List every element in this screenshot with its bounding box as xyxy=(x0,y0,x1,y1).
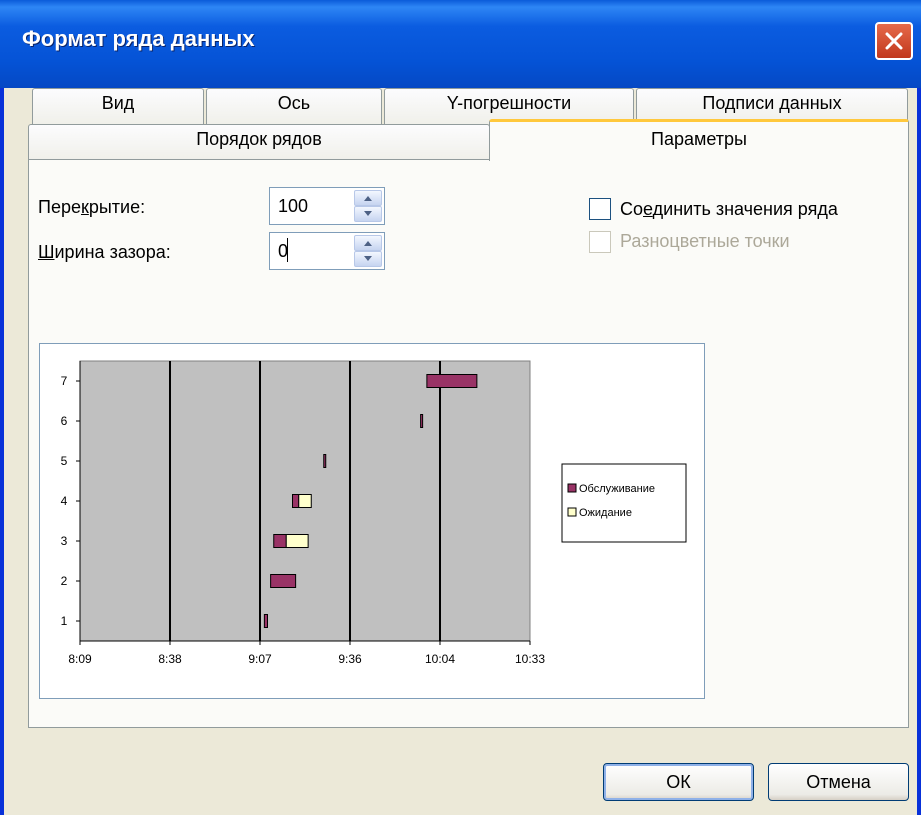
vary-colors-label: Разноцветные точки xyxy=(620,231,790,251)
tab-options[interactable]: Параметры xyxy=(489,119,909,161)
x-tick-label: 10:04 xyxy=(425,652,455,666)
legend-swatch xyxy=(567,507,577,517)
y-tick-label: 4 xyxy=(61,494,68,508)
legend-label: Ожидание xyxy=(579,507,632,519)
dialog-title: Формат ряда данных xyxy=(22,26,255,51)
arrow-up-icon xyxy=(364,241,372,246)
ok-button[interactable]: ОК xyxy=(603,763,754,801)
gap-up-button[interactable] xyxy=(354,235,382,251)
arrow-up-icon xyxy=(364,196,372,201)
overlap-up-button[interactable] xyxy=(354,190,382,206)
bar-waiting xyxy=(298,494,312,508)
legend-box xyxy=(561,463,687,543)
gap-down-button[interactable] xyxy=(354,251,382,267)
legend-label: Обслуживание xyxy=(579,483,655,495)
x-tick-label: 8:38 xyxy=(158,652,182,666)
overlap-value[interactable]: 100 xyxy=(278,196,308,217)
y-tick-label: 6 xyxy=(61,414,68,428)
gap-width-label: Ширина зазора: xyxy=(38,242,171,262)
bar-service xyxy=(323,454,327,468)
connect-series-checkbox[interactable] xyxy=(589,198,611,220)
chart-preview: 8:09 8:38 9:07 9:36 10:04 10:33 1 2 3 4 5 6 7 Обслужи… xyxy=(39,343,705,699)
y-tick-label: 2 xyxy=(61,574,68,588)
title-bar[interactable]: Формат ряда данных xyxy=(0,0,921,88)
bar-service xyxy=(270,574,297,588)
bar-service xyxy=(263,614,268,628)
connect-series-label[interactable]: Соединить значения ряда xyxy=(620,199,838,220)
y-tick-label: 7 xyxy=(61,374,68,388)
x-tick-label: 9:36 xyxy=(338,652,362,666)
tab-series-order[interactable]: Порядок рядов xyxy=(28,124,490,160)
close-icon xyxy=(885,32,903,50)
x-tick-label: 9:07 xyxy=(248,652,272,666)
legend-swatch xyxy=(567,483,577,493)
overlap-label: Перекрытие: xyxy=(38,197,146,217)
overlap-spinner[interactable]: 100 xyxy=(269,187,385,225)
bar-service xyxy=(420,414,424,428)
bar-waiting xyxy=(285,534,309,548)
tab-vid[interactable]: Вид xyxy=(32,88,204,124)
y-tick-label: 5 xyxy=(61,454,68,468)
bar-service xyxy=(273,534,287,548)
close-button[interactable] xyxy=(875,22,913,60)
chart-svg: 8:09 8:38 9:07 9:36 10:04 10:33 1 2 3 4 5 6 7 Обслужи… xyxy=(61,360,687,666)
overlap-down-button[interactable] xyxy=(354,206,382,222)
text-caret xyxy=(287,238,288,262)
arrow-down-icon xyxy=(364,256,372,261)
cancel-button[interactable]: Отмена xyxy=(768,763,909,801)
vary-colors-checkbox[interactable] xyxy=(589,231,611,253)
x-tick-label: 10:33 xyxy=(515,652,545,666)
tab-axis[interactable]: Ось xyxy=(206,88,382,124)
y-tick-label: 3 xyxy=(61,534,68,548)
arrow-down-icon xyxy=(364,211,372,216)
bar-service xyxy=(426,374,478,388)
x-tick-label: 8:09 xyxy=(68,652,92,666)
y-tick-label: 1 xyxy=(61,614,68,628)
bar-service xyxy=(292,494,300,508)
